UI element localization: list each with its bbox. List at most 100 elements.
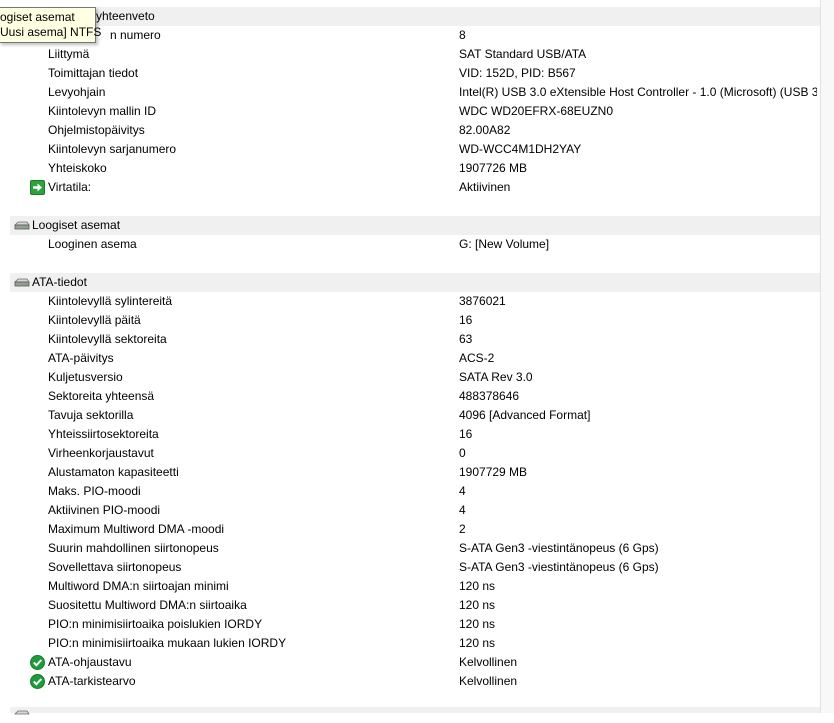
row-label: Kiintolevyllä päitä [48,313,141,327]
table-row[interactable]: Yhteiskoko 1907726 MB [10,159,820,178]
table-row[interactable]: Liittymä SAT Standard USB/ATA [10,45,820,64]
row-label: Levyohjain [48,85,106,99]
drive-icon [14,709,30,720]
row-value: VID: 152D, PID: B567 [459,67,576,80]
row-value: G: [New Volume] [459,238,550,251]
row-value: 16 [459,428,473,441]
row-label: Alustamaton kapasiteetti [48,465,179,479]
row-value: 16 [459,314,473,327]
table-row[interactable]: Tavuja sektorilla 4096 [Advanced Format] [10,406,820,425]
row-value: 2 [459,523,466,536]
tooltip-line-2: Uusi asema] NTFS [0,25,102,39]
row-value: 120 ns [459,637,496,650]
row-label: Maximum Multiword DMA -moodi [48,522,225,536]
section-header-logical-drives[interactable]: Loogiset asemat [10,216,820,235]
table-row[interactable]: Maks. PIO-moodi 4 [10,482,820,501]
row-label: Kiintolevyn sarjanumero [48,142,177,156]
row-label: Suurin mahdollinen siirtonopeus [48,541,219,555]
section-header-overview[interactable]: yhteenveto [10,7,820,26]
table-row[interactable]: PIO:n minimisiirtoaika mukaan lukien IOR… [10,634,820,653]
drive-details-panel: yhteenveto n numero 8 Liittymä SAT Stand… [0,0,821,715]
row-value: 4 [459,485,466,498]
drive-icon [14,277,30,288]
tooltip-line-1: ogiset asemat [0,10,75,24]
table-row[interactable]: Kiintolevyn mallin ID WDC WD20EFRX-68EUZ… [10,102,820,121]
green-arrow-icon [30,180,45,195]
table-row[interactable]: Kuljetusversio SATA Rev 3.0 [10,368,820,387]
row-label: Kiintolevyllä sektoreita [48,332,167,346]
row-value: SATA Rev 3.0 [459,371,533,384]
table-row[interactable]: Aktiivinen PIO-moodi 4 [10,501,820,520]
row-value: Aktiivinen [459,181,511,194]
green-check-icon [30,674,45,689]
row-label: Sovellettava siirtonopeus [48,560,182,574]
table-row[interactable]: Alustamaton kapasiteetti 1907729 MB [10,463,820,482]
row-label: Yhteiskoko [48,161,107,175]
table-row[interactable]: Yhteissiirtosektoreita 16 [10,425,820,444]
row-value: S-ATA Gen3 -viestintänopeus (6 Gps) [459,561,659,574]
row-label: ATA-tarkistearvo [48,674,136,688]
vertical-scrollbar[interactable] [821,0,834,713]
table-row[interactable]: PIO:n minimisiirtoaika poislukien IORDY … [10,615,820,634]
row-value: 63 [459,333,473,346]
row-label: Ohjelmistopäivitys [48,123,145,137]
table-row[interactable]: Toimittajan tiedot VID: 152D, PID: B567 [10,64,820,83]
table-row[interactable]: Kiintolevyn sarjanumero WD-WCC4M1DH2YAY [10,140,820,159]
row-label: Virtatila: [48,180,92,194]
row-label: Suositettu Multiword DMA:n siirtoaika [48,598,247,612]
table-row[interactable]: Sektoreita yhteensä 488378646 [10,387,820,406]
row-label: Virheenkorjaustavut [48,446,154,460]
table-row[interactable]: Levyohjain Intel(R) USB 3.0 eXtensible H… [10,83,820,102]
row-value: 4 [459,504,466,517]
row-value: 120 ns [459,599,496,612]
row-value: 3876021 [459,295,506,308]
table-row[interactable]: Kiintolevyllä sektoreita 63 [10,330,820,349]
table-row[interactable]: ATA-ohjaustavu Kelvollinen [10,653,820,672]
table-row[interactable]: Virtatila: Aktiivinen [10,178,820,197]
table-row[interactable]: Kiintolevyllä päitä 16 [10,311,820,330]
table-row[interactable]: Suurin mahdollinen siirtonopeus S-ATA Ge… [10,539,820,558]
row-value: 8 [459,29,466,42]
table-row[interactable]: Suositettu Multiword DMA:n siirtoaika 12… [10,596,820,615]
table-row[interactable]: Kiintolevyllä sylintereitä 3876021 [10,292,820,311]
row-value: WDC WD20EFRX-68EUZN0 [459,105,614,118]
table-row[interactable]: Maximum Multiword DMA -moodi 2 [10,520,820,539]
row-value: 1907726 MB [459,162,528,175]
table-row[interactable]: Multiword DMA:n siirtoajan minimi 120 ns [10,577,820,596]
table-row[interactable]: Looginen asema G: [New Volume] [10,235,820,254]
table-row[interactable]: Sovellettava siirtonopeus S-ATA Gen3 -vi… [10,558,820,577]
table-row[interactable]: n numero 8 [10,26,820,45]
section-title-logical-drives: Loogiset asemat [32,218,121,232]
row-label: Tavuja sektorilla [48,408,134,422]
row-value: 120 ns [459,580,496,593]
row-value: ACS-2 [459,352,495,365]
row-value: WD-WCC4M1DH2YAY [459,143,582,156]
row-value: 1907729 MB [459,466,528,479]
row-label: Aktiivinen PIO-moodi [48,503,161,517]
table-row[interactable]: Virheenkorjaustavut 0 [10,444,820,463]
drive-icon [14,220,30,231]
row-label: ATA-ohjaustavu [48,655,132,669]
table-row[interactable]: Ohjelmistopäivitys 82.00A82 [10,121,820,140]
row-label: n numero [110,28,161,42]
row-value: Kelvollinen [459,656,518,669]
row-value: S-ATA Gen3 -viestintänopeus (6 Gps) [459,542,659,555]
section-header-next[interactable] [10,707,820,715]
row-label: Kiintolevyllä sylintereitä [48,294,173,308]
row-value: 0 [459,447,466,460]
row-label: ATA-päivitys [48,351,114,365]
row-label: Maks. PIO-moodi [48,484,141,498]
row-value: SAT Standard USB/ATA [459,48,587,61]
row-value: 4096 [Advanced Format] [459,409,591,422]
table-row[interactable]: ATA-päivitys ACS-2 [10,349,820,368]
section-title-overview: yhteenveto [96,9,155,23]
row-value: 82.00A82 [459,124,511,137]
row-value: 120 ns [459,618,496,631]
row-value: 488378646 [459,390,520,403]
row-label: Yhteissiirtosektoreita [48,427,159,441]
row-label: Multiword DMA:n siirtoajan minimi [48,579,229,593]
section-title-ata: ATA-tiedot [32,275,87,289]
table-row[interactable]: ATA-tarkistearvo Kelvollinen [10,672,820,691]
section-header-ata[interactable]: ATA-tiedot [10,273,820,292]
tooltip: ogiset asemat Uusi asema] NTFS [0,7,102,43]
